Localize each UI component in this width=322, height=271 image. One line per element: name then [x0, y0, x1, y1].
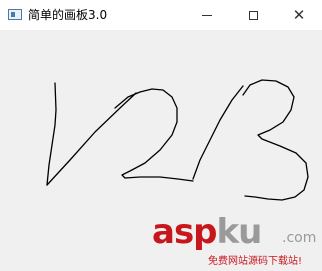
drawn-stroke — [114, 88, 194, 182]
watermark: aspku .com 免费网站源码下载站! — [150, 212, 322, 270]
drawn-stroke — [46, 82, 57, 186]
title-bar[interactable]: 简单的画板3.0 ✕ — [0, 0, 322, 30]
watermark-suffix: .com — [282, 230, 317, 246]
watermark-logo-red: asp — [152, 212, 218, 252]
window-title: 简单的画板3.0 — [28, 8, 108, 22]
drawn-stroke — [46, 92, 137, 186]
maximize-icon — [248, 10, 258, 20]
drawing-canvas[interactable]: aspku .com 免费网站源码下载站! — [0, 30, 322, 271]
watermark-tagline: 免费网站源码下载站! — [208, 256, 303, 267]
watermark-logo-gray: ku — [216, 212, 263, 252]
app-window: 简单的画板3.0 ✕ aspku .com 免费网站源码下载站! — [0, 0, 322, 271]
close-button[interactable]: ✕ — [276, 0, 322, 30]
app-icon — [8, 9, 22, 20]
maximize-button[interactable] — [230, 0, 276, 30]
minimize-icon — [202, 14, 212, 16]
watermark-logo: aspku — [152, 212, 263, 252]
drawn-stroke — [192, 85, 244, 180]
minimize-button[interactable] — [184, 0, 230, 30]
close-icon: ✕ — [292, 5, 306, 24]
drawn-stroke — [242, 79, 309, 201]
